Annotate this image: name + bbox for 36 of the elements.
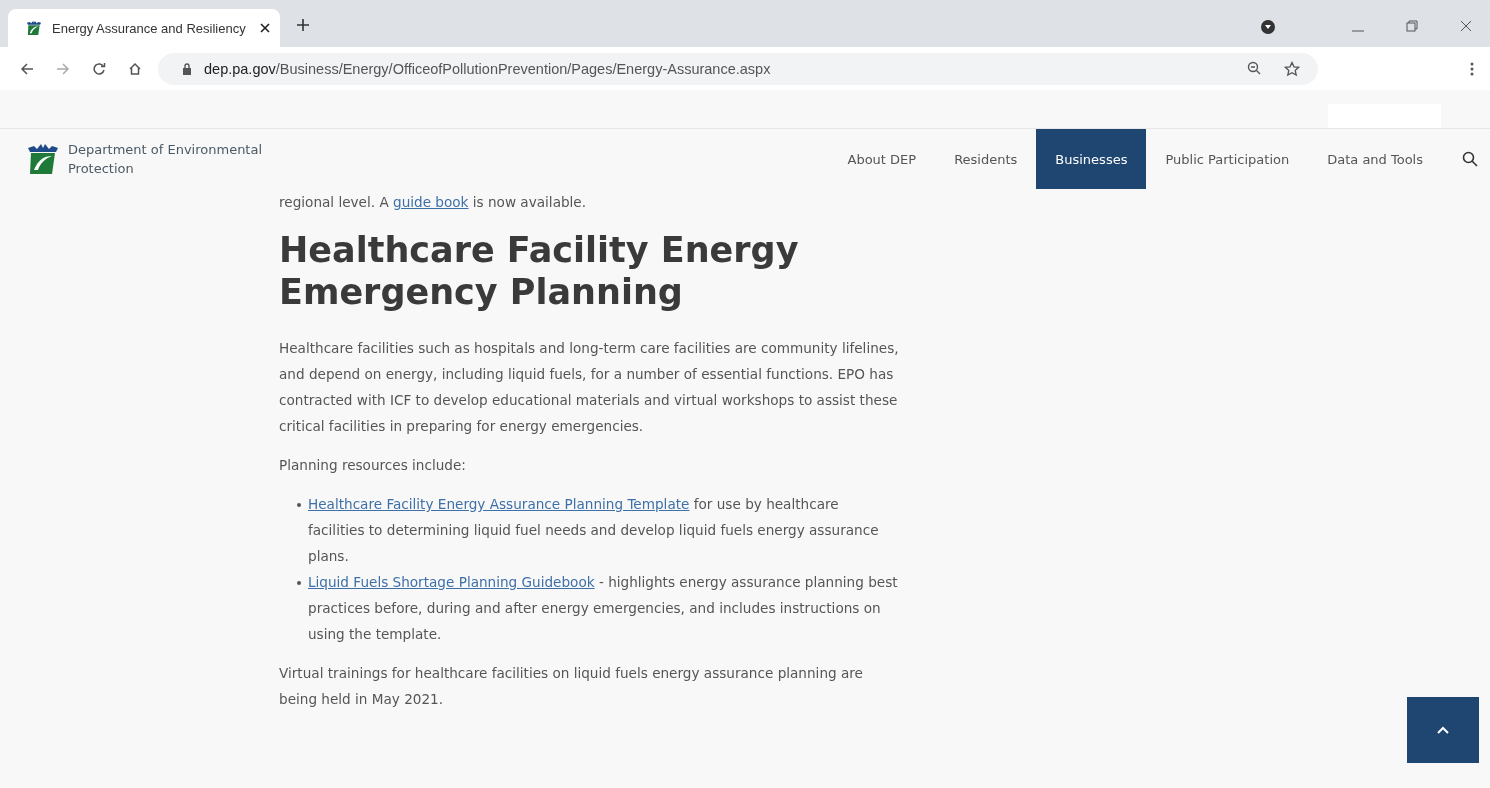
text-link[interactable]: Healthcare Facility Energy Assurance Planning Template — [308, 496, 690, 512]
text-link[interactable]: Liquid Fuels Shortage Planning Guidebook — [308, 574, 595, 590]
nav-link[interactable]: Residents — [935, 129, 1037, 189]
nav-link[interactable]: About DEP — [828, 129, 936, 189]
bullet-icon — [297, 581, 301, 585]
nav-link[interactable]: Businesses — [1036, 129, 1147, 189]
paragraph: Healthcare facilities such as hospitals and long-term care facilities are community lifelines, and depend on energy, including liquid fuels, for a number of essential functions. EPO has contracted with ICF to develop educational materials and virtual workshops to assist these critical facilities in preparing for energy emergencies. — [279, 339, 899, 436]
address-bar[interactable]: dep.pa.gov/Business/Energy/OfficeofPollutionPrevention/Pages/Energy-Assurance.aspx — [158, 52, 1318, 85]
logo-icon[interactable] — [26, 142, 60, 176]
profile-icon[interactable] — [1260, 19, 1276, 35]
plus-icon — [296, 18, 310, 32]
chevron-up-icon — [1437, 726, 1449, 734]
url-text: dep.pa.gov/Business/Energy/OfficeofPollutionPrevention/Pages/Energy-Assurance.aspx — [204, 60, 771, 77]
zoom-out-icon[interactable] — [1247, 61, 1262, 76]
paragraph: regional level. A guide book is now available. — [279, 193, 588, 212]
star-icon[interactable] — [1284, 60, 1300, 77]
close-icon[interactable] — [260, 23, 270, 33]
restore-icon[interactable] — [1406, 20, 1418, 32]
list-item-text: Liquid Fuels Shortage Planning Guidebook - highlights energy assurance planning best practices before, during and after energy emergencies, and includes instructions on using the template. — [308, 573, 899, 644]
back-icon[interactable] — [20, 61, 34, 76]
section-heading: Healthcare Facility Energy Emergency Planning — [279, 229, 800, 313]
list-item-text: Healthcare Facility Energy Assurance Planning Template for use by healthcare facilities to determining liquid fuel needs and develop liquid fuels energy assurance plans. — [308, 495, 880, 566]
logo-icon — [26, 20, 42, 36]
bullet-icon — [297, 503, 301, 507]
lock-icon — [182, 62, 192, 75]
nav-link[interactable]: Data and Tools — [1308, 129, 1442, 189]
browser-tab[interactable]: Energy Assurance and Resiliency — [8, 9, 280, 47]
reload-icon[interactable] — [92, 61, 106, 76]
search-icon[interactable] — [1462, 151, 1478, 167]
paragraph: Planning resources include: — [279, 456, 467, 475]
site-name[interactable]: Department of Environmental Protection — [68, 140, 308, 178]
paragraph: Virtual trainings for healthcare facilities on liquid fuels energy assurance planning are being held in May 2021. — [279, 664, 864, 709]
nav-link[interactable]: Public Participation — [1146, 129, 1309, 189]
text-link[interactable]: guide book — [393, 194, 469, 210]
menu-icon[interactable] — [1470, 61, 1474, 76]
home-icon[interactable] — [128, 61, 142, 76]
